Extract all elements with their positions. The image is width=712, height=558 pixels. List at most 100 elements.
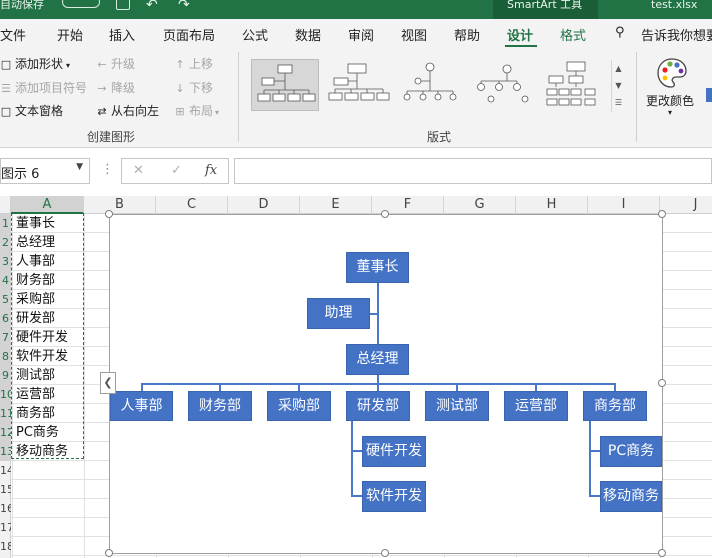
layout-half-circle-org[interactable]	[469, 59, 537, 111]
undo-icon[interactable]: ↶	[146, 0, 158, 12]
org-node-dept[interactable]: 商务部	[583, 391, 647, 421]
column-header-i[interactable]: I	[588, 196, 660, 214]
layout-org-chart[interactable]	[251, 59, 319, 111]
row-header[interactable]: 6	[0, 309, 11, 328]
org-node-rd-child[interactable]: 软件开发	[362, 481, 426, 512]
change-colors-button[interactable]: 更改颜色 ▾	[644, 52, 700, 124]
row-header[interactable]: 15	[0, 480, 11, 499]
text-pane-toggle-icon[interactable]: ❮	[100, 372, 116, 394]
layouts-group-label: 版式	[427, 130, 452, 144]
row-header[interactable]: 4	[0, 271, 11, 290]
search-icon[interactable]: ⚲	[615, 25, 625, 40]
promote-button[interactable]: ← 升级	[96, 55, 135, 72]
column-header-j[interactable]: J	[660, 196, 712, 214]
column-header-c[interactable]: C	[156, 196, 228, 214]
column-header-a[interactable]: A	[11, 196, 84, 214]
column-header-d[interactable]: D	[228, 196, 300, 214]
resize-handle[interactable]	[105, 210, 113, 218]
row-header[interactable]: 13	[0, 442, 11, 461]
row-header[interactable]: 7	[0, 328, 11, 347]
formula-input[interactable]	[234, 158, 712, 184]
move-up-button[interactable]: ↑ 上移	[174, 55, 213, 72]
column-header-h[interactable]: H	[516, 196, 588, 214]
row-header[interactable]: 14	[0, 461, 11, 480]
tab-design[interactable]: 设计	[507, 25, 533, 44]
layout-gallery-scroll[interactable]: ▲ ▼ ☰	[611, 60, 625, 112]
row-header[interactable]: 11	[0, 404, 11, 423]
tab-review[interactable]: 审阅	[348, 25, 374, 44]
org-node-rd-child[interactable]: 硬件开发	[362, 436, 426, 467]
layout-circle-hierarchy[interactable]	[397, 59, 465, 111]
right-arrow-icon: →	[97, 82, 107, 95]
org-node-dept[interactable]: 人事部	[110, 391, 173, 421]
insert-function-icon[interactable]: fx	[205, 163, 217, 178]
connector-line	[351, 495, 362, 497]
select-all-corner[interactable]	[0, 196, 11, 214]
enter-icon[interactable]: ✓	[171, 163, 182, 178]
column-header-g[interactable]: G	[444, 196, 516, 214]
text-pane-button[interactable]: □ 文本窗格	[0, 102, 63, 119]
tab-format[interactable]: 格式	[560, 25, 586, 44]
column-header-e[interactable]: E	[300, 196, 372, 214]
row-header[interactable]: 9	[0, 366, 11, 385]
row-header[interactable]: 12	[0, 423, 11, 442]
org-node-dept[interactable]: 运营部	[504, 391, 568, 421]
org-node-dept[interactable]: 财务部	[188, 391, 252, 421]
cancel-icon[interactable]: ✕	[133, 163, 144, 178]
row-header[interactable]: 10	[0, 385, 11, 404]
row-header[interactable]: 18	[0, 537, 11, 556]
resize-handle[interactable]	[658, 549, 666, 557]
org-node-chairman[interactable]: 董事长	[346, 252, 409, 283]
org-node-dept[interactable]: 采购部	[267, 391, 331, 421]
tab-file[interactable]: 文件	[0, 25, 26, 44]
dropdown-icon: ▾	[668, 108, 673, 117]
org-node-biz-child[interactable]: 移动商务	[600, 481, 662, 512]
tab-view[interactable]: 视图	[401, 25, 427, 44]
demote-button[interactable]: → 降级	[96, 79, 135, 96]
resize-handle[interactable]	[658, 379, 666, 387]
right-to-left-button[interactable]: ⇄ 从右向左	[96, 102, 159, 119]
org-node-dept[interactable]: 测试部	[425, 391, 489, 421]
gallery-more-icon[interactable]: ☰	[612, 94, 625, 111]
org-node-general-manager[interactable]: 总经理	[346, 344, 409, 375]
row-header[interactable]: 1	[0, 214, 11, 233]
column-header-b[interactable]: B	[84, 196, 156, 214]
org-node-assistant[interactable]: 助理	[307, 298, 370, 329]
chevron-down-icon[interactable]: ▼	[76, 162, 83, 172]
resize-handle[interactable]	[105, 549, 113, 557]
add-bullet-button[interactable]: ☰ 添加项目符号	[0, 79, 87, 96]
formula-bar: 图示 6 ▼ ⋮ ✕ ✓ fx	[0, 148, 712, 196]
row-header[interactable]: 17	[0, 518, 11, 537]
row-header[interactable]: 16	[0, 499, 11, 518]
redo-icon[interactable]: ↷	[178, 0, 190, 12]
resize-handle[interactable]	[381, 210, 389, 218]
scroll-down-icon[interactable]: ▼	[612, 77, 625, 94]
row-header[interactable]: 5	[0, 290, 11, 309]
layout-button[interactable]: ⊞ 布局 ▾	[174, 102, 219, 119]
org-node-biz-child[interactable]: PC商务	[600, 436, 662, 467]
row-header[interactable]: 8	[0, 347, 11, 366]
row-header[interactable]: 2	[0, 233, 11, 252]
tab-formulas[interactable]: 公式	[242, 25, 268, 44]
title-bar: 自动保存 ↶ ↷ SmartArt 工具 test.xlsx	[0, 0, 712, 19]
org-node-dept[interactable]: 研发部	[346, 391, 410, 421]
resize-handle[interactable]	[658, 210, 666, 218]
add-shape-button[interactable]: □ 添加形状 ▾	[0, 55, 70, 72]
tab-page-layout[interactable]: 页面布局	[163, 25, 215, 44]
row-header[interactable]: 3	[0, 252, 11, 271]
name-box[interactable]: 图示 6 ▼	[0, 158, 90, 184]
layout-name-title-org[interactable]	[325, 59, 393, 111]
tab-insert[interactable]: 插入	[109, 25, 135, 44]
smartart-tools-label: SmartArt 工具	[507, 0, 583, 11]
layout-horizontal-org[interactable]	[541, 59, 609, 111]
scroll-up-icon[interactable]: ▲	[612, 60, 625, 77]
tab-home[interactable]: 开始	[57, 25, 83, 44]
resize-handle[interactable]	[381, 549, 389, 557]
tell-me-box[interactable]: 告诉我你想要	[641, 25, 712, 44]
tab-data[interactable]: 数据	[295, 25, 321, 44]
save-icon[interactable]	[116, 0, 130, 10]
tab-help[interactable]: 帮助	[454, 25, 480, 44]
move-down-button[interactable]: ↓ 下移	[174, 79, 213, 96]
style-swatch[interactable]	[706, 88, 712, 102]
autosave-toggle[interactable]	[62, 0, 100, 8]
